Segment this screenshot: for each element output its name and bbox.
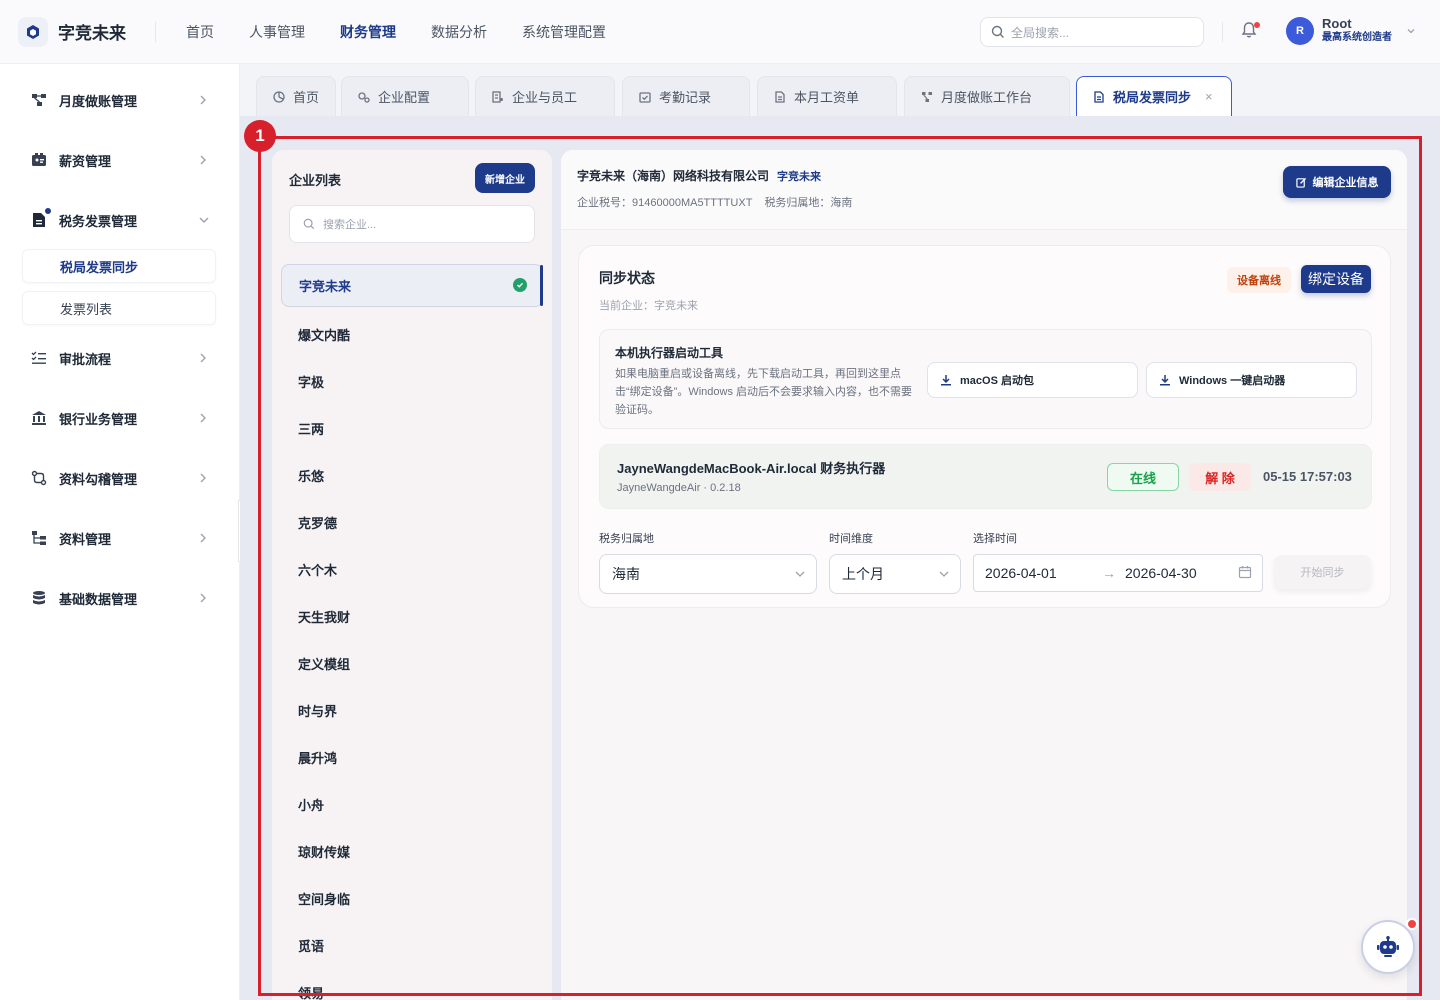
sidebar-item-label: 审批流程 [59,351,112,367]
sidebar: 月度做账管理 薪资管理 税务发票管理 税局发票同步 发票列表 审批流程 银行业务… [0,64,240,1000]
tab-tax-sync[interactable]: 税局发票同步 × [1076,76,1232,116]
topnav-home[interactable]: 首页 [186,22,214,42]
tab-label: 考勤记录 [659,90,712,105]
database-icon [30,589,48,607]
sidebar-item-documents[interactable]: 资料管理 [0,518,240,558]
highlight-frame [258,136,1422,996]
building-icon [492,90,504,103]
tab-attendance[interactable]: 考勤记录 [622,76,750,116]
tab-label: 企业配置 [378,90,431,105]
invoice-icon [1093,90,1105,103]
chevron-down-icon [1406,24,1416,39]
search-placeholder: 全局搜索... [1011,25,1070,40]
sidebar-item-label: 基础数据管理 [59,591,138,607]
tab-payroll[interactable]: 本月工资单 [757,76,897,116]
bank-icon [30,409,48,427]
global-search-input[interactable]: 全局搜索... [980,17,1204,47]
tab-monthly-workbench[interactable]: 月度做账工作台 [904,76,1070,116]
sidebar-subitem-invoice-list[interactable]: 发票列表 [22,291,216,325]
header-divider [155,21,156,42]
chevron-right-icon [198,531,208,548]
chevron-right-icon [198,471,208,488]
link-icon [30,469,48,487]
status-dot [45,208,51,214]
sidebar-item-tax-invoice[interactable]: 税务发票管理 [0,200,240,240]
sidebar-item-salary[interactable]: 薪资管理 [0,140,240,180]
chevron-right-icon [198,93,208,110]
folder-tree-icon [30,529,48,547]
close-icon[interactable]: × [1205,89,1213,104]
robot-icon [1376,936,1400,958]
highlight-badge: 1 [244,120,276,152]
document-icon [774,90,786,103]
notification-dot [1406,918,1418,930]
sidebar-item-label: 银行业务管理 [59,411,138,427]
tab-label: 企业与员工 [512,90,578,105]
topnav-analytics[interactable]: 数据分析 [431,22,487,42]
bell-icon[interactable] [1240,21,1260,41]
header-divider [1222,22,1223,42]
user-menu[interactable]: R Root 最高系统创造者 [1286,17,1416,45]
chevron-right-icon [198,411,208,428]
sidebar-item-label: 税务发票管理 [59,213,138,229]
tab-label: 首页 [293,90,320,105]
sidebar-item-master-data[interactable]: 基础数据管理 [0,578,240,618]
chevron-right-icon [198,153,208,170]
topnav-finance[interactable]: 财务管理 [340,22,396,42]
tab-label: 本月工资单 [794,90,860,105]
brand-logo-icon [18,16,48,47]
dashboard-icon [273,90,285,103]
avatar: R [1286,17,1314,45]
user-role: 最高系统创造者 [1322,32,1392,43]
flow-icon [921,91,933,103]
sidebar-item-label: 薪资管理 [59,153,112,169]
invoice-icon [30,208,51,229]
tab-label: 月度做账工作台 [941,90,1033,105]
chevron-down-icon [198,213,210,230]
brand[interactable]: 字竞未来 [0,16,155,47]
settings-icon [358,91,370,103]
topnav-hr[interactable]: 人事管理 [249,22,305,42]
chevron-right-icon [198,351,208,368]
sidebar-item-reconcile[interactable]: 资料勾稽管理 [0,458,240,498]
topnav-system[interactable]: 系统管理配置 [522,22,606,42]
wallet-icon [30,151,48,169]
top-header: 字竞未来 首页 人事管理 财务管理 数据分析 系统管理配置 全局搜索... R … [0,0,1440,64]
sidebar-item-label: 资料勾稽管理 [59,471,138,487]
sidebar-subitem-tax-sync[interactable]: 税局发票同步 [22,249,216,283]
sidebar-item-bank[interactable]: 银行业务管理 [0,398,240,438]
notification-dot [1254,22,1260,28]
tab-company-config[interactable]: 企业配置 [341,76,469,116]
brand-name: 字竞未来 [58,24,126,43]
checklist-icon [30,349,48,367]
sidebar-item-label: 资料管理 [59,531,112,547]
chevron-right-icon [198,591,208,608]
top-nav: 首页 人事管理 财务管理 数据分析 系统管理配置 [186,22,641,42]
tab-home[interactable]: 首页 [256,76,336,116]
tab-company-employees[interactable]: 企业与员工 [475,76,615,116]
search-icon [991,25,1005,39]
sidebar-item-label: 月度做账管理 [59,93,138,109]
flow-icon [30,91,48,109]
sidebar-item-approval[interactable]: 审批流程 [0,338,240,378]
sidebar-item-monthly-books[interactable]: 月度做账管理 [0,80,240,120]
calendar-check-icon [639,91,651,103]
tab-label: 税局发票同步 [1113,90,1192,105]
user-name: Root [1322,16,1352,31]
